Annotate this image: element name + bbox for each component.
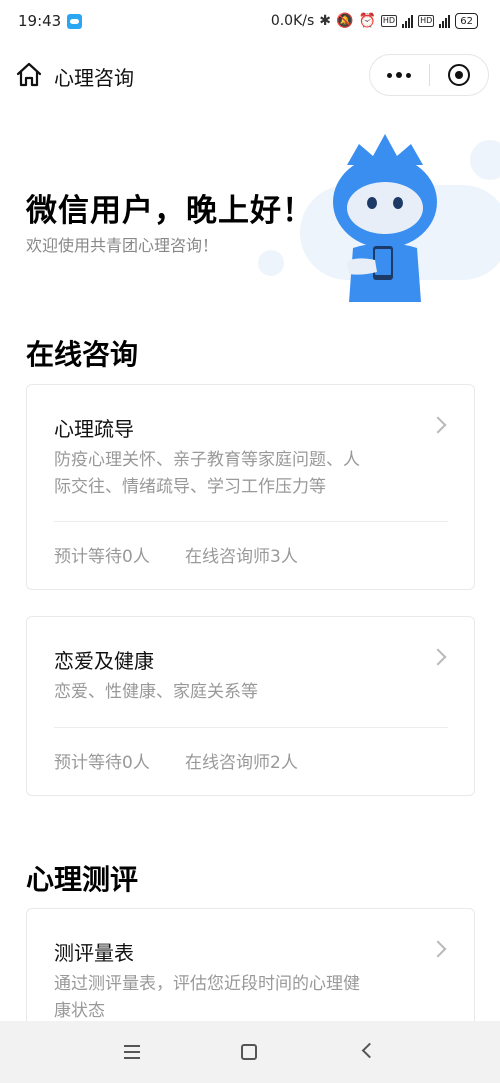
home-square-icon[interactable] <box>241 1044 257 1060</box>
back-icon[interactable] <box>361 1042 378 1059</box>
target-icon <box>447 64 470 86</box>
battery-icon: 62 <box>455 13 478 29</box>
card-description-line: 防疫心理关怀、亲子教育等家庭问题、人 <box>54 450 360 470</box>
welcome-text: 欢迎使用共青团心理咨询！ <box>26 236 219 255</box>
more-button[interactable] <box>370 55 429 95</box>
hero-bg-dot <box>258 250 284 276</box>
status-left: 19:43 <box>18 12 83 30</box>
chevron-right-icon <box>429 648 447 666</box>
consult-card-counseling[interactable]: 心理疏导 防疫心理关怀、亲子教育等家庭问题、人 际交往、情绪疏导、学习工作压力等… <box>26 384 475 590</box>
consult-card-love-health[interactable]: 恋爱及健康 恋爱、性健康、家庭关系等 预计等待0人 在线咨询师2人 <box>26 616 475 796</box>
status-right: 0.0K/s ✱ 🔕 ⏰ HD HD 62 <box>271 13 478 29</box>
home-icon[interactable] <box>14 60 44 90</box>
section-title-online: 在线咨询 <box>26 338 139 371</box>
wait-count: 预计等待0人 <box>54 547 150 567</box>
alarm-icon: ⏰ <box>358 13 376 29</box>
card-description: 通过测评量表，评估您近段时间的心理健 康状态 <box>54 971 424 1025</box>
nav-bar: 心理咨询 <box>0 50 500 100</box>
card-description-line: 通过测评量表，评估您近段时间的心理健 <box>54 974 360 994</box>
cloud-app-icon <box>67 13 83 29</box>
miniprogram-capsule <box>369 54 489 96</box>
hero-bg-dot-2 <box>470 140 500 180</box>
online-counselors: 在线咨询师2人 <box>185 753 298 773</box>
card-description-line: 恋爱、性健康、家庭关系等 <box>54 682 258 702</box>
mute-bell-icon: 🔕 <box>336 13 354 29</box>
card-description: 恋爱、性健康、家庭关系等 <box>54 679 424 706</box>
card-description-line: 际交往、情绪疏导、学习工作压力等 <box>54 477 326 497</box>
card-title: 恋爱及健康 <box>54 649 154 673</box>
card-description: 防疫心理关怀、亲子教育等家庭问题、人 际交往、情绪疏导、学习工作压力等 <box>54 447 424 501</box>
online-counselors: 在线咨询师3人 <box>185 547 298 567</box>
hd-icon: HD <box>380 15 398 27</box>
chevron-right-icon <box>429 940 447 958</box>
card-divider <box>54 727 448 728</box>
system-nav-bar <box>0 1021 500 1083</box>
card-title: 测评量表 <box>54 941 134 965</box>
card-divider <box>54 521 448 522</box>
network-speed: 0.0K/s <box>270 13 315 29</box>
section-title-assessment: 心理测评 <box>26 863 139 896</box>
hd-icon-2: HD <box>418 15 435 27</box>
status-bar: 19:43 0.0K/s ✱ 🔕 ⏰ HD HD 62 <box>0 0 500 42</box>
status-time: 19:43 <box>18 12 62 30</box>
close-miniprogram-button[interactable] <box>429 55 488 95</box>
card-title: 心理疏导 <box>54 417 134 441</box>
menu-icon[interactable] <box>124 1045 140 1059</box>
page-title: 心理咨询 <box>54 66 134 90</box>
signal-icon <box>402 14 414 28</box>
battery-level: 62 <box>460 15 473 27</box>
signal-icon-2 <box>439 14 451 28</box>
wait-count: 预计等待0人 <box>54 753 150 773</box>
greeting-heading: 微信用户，晚上好！ <box>26 193 314 229</box>
bluetooth-icon: ✱ <box>319 13 332 29</box>
mascot-illustration <box>333 134 437 302</box>
chevron-right-icon <box>429 416 447 434</box>
